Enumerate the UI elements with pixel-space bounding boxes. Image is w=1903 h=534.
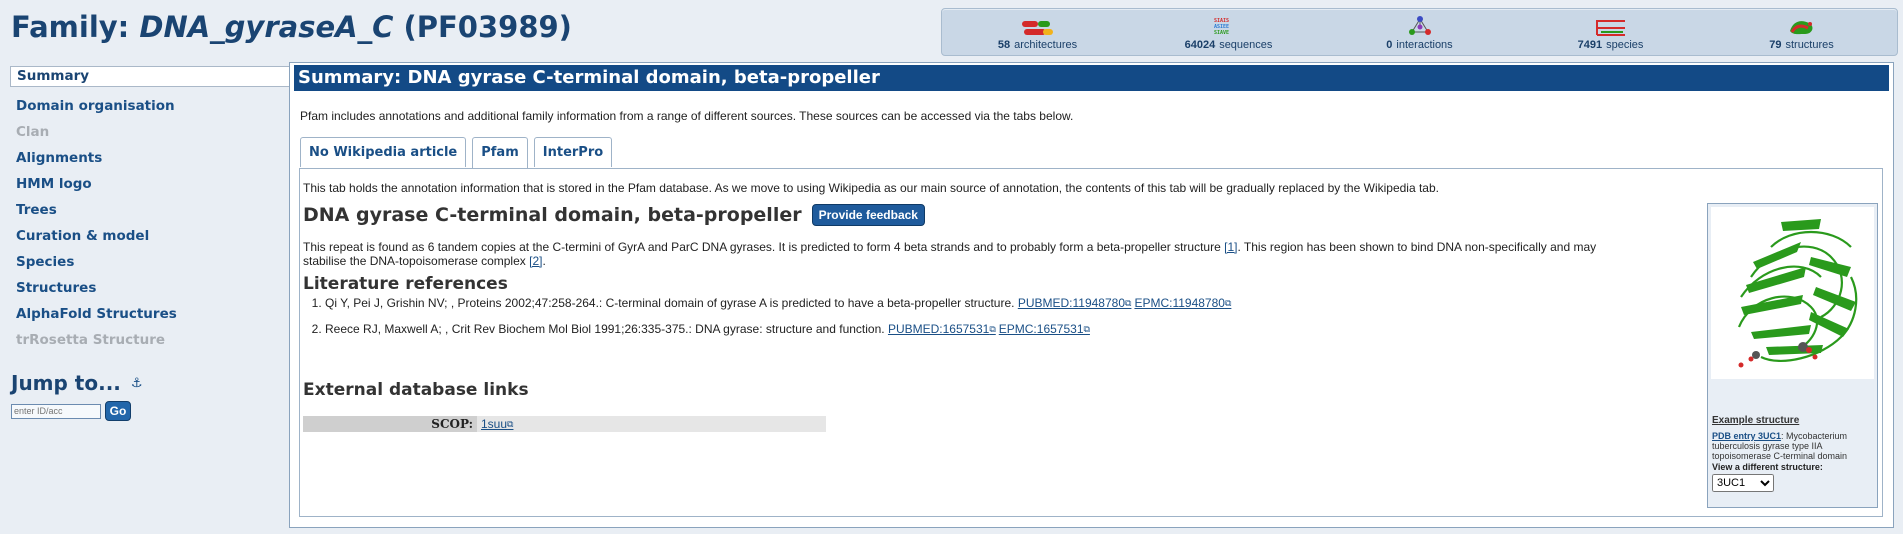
family-heading: DNA gyrase C-terminal domain, beta-prope…: [303, 204, 802, 226]
tab-note: This tab holds the annotation informatio…: [303, 181, 1439, 195]
go-button[interactable]: Go: [105, 401, 131, 421]
epmc-link-label: EPMC:1657531: [998, 322, 1084, 336]
pubmed-link[interactable]: PUBMED:1657531⧉: [888, 322, 996, 336]
stat-count: 0: [1386, 39, 1393, 51]
family-description: This repeat is found as 6 tandem copies …: [303, 240, 1638, 268]
example-structure-caption: PDB entry 3UC1: Mycobacterium tuberculos…: [1712, 431, 1872, 461]
tab-wikipedia[interactable]: No Wikipedia article: [300, 137, 467, 167]
external-db-table: SCOP: 1suu⧉: [303, 416, 826, 432]
family-name: DNA_gyraseA_C: [139, 10, 394, 44]
epmc-link-label: EPMC:11948780: [1134, 296, 1225, 310]
stat-count: 79: [1769, 39, 1782, 51]
reference-text: Qi Y, Pei J, Grishin NV; , Proteins 2002…: [325, 296, 1018, 310]
stat-label: architectures: [1014, 39, 1078, 51]
sidebar-item-alignments[interactable]: Alignments: [10, 145, 290, 171]
pubmed-link-label: PUBMED:1657531: [887, 322, 990, 336]
external-link-icon: ⧉: [1125, 298, 1132, 308]
sidebar-item-clan: Clan: [16, 124, 50, 140]
architectures-icon: [963, 15, 1113, 37]
tab-pfam[interactable]: Pfam: [472, 137, 528, 169]
structure-image[interactable]: [1711, 207, 1874, 379]
stat-label: species: [1606, 39, 1644, 51]
scop-label: SCOP:: [303, 416, 477, 432]
reference-list: Qi Y, Pei J, Grishin NV; , Proteins 2002…: [303, 296, 1435, 348]
page-title: Family: DNA_gyraseA_C (PF03989): [11, 10, 572, 44]
description-text: .: [542, 254, 546, 268]
pfam-tab-panel: This tab holds the annotation informatio…: [299, 168, 1883, 517]
stat-label: sequences: [1219, 39, 1273, 51]
external-db-heading: External database links: [303, 380, 529, 400]
reference-text: Reece RJ, Maxwell A; , Crit Rev Biochem …: [325, 322, 888, 336]
family-heading-row: DNA gyrase C-terminal domain, beta-prope…: [303, 204, 925, 226]
pdb-entry-link[interactable]: PDB entry 3UC1: [1712, 431, 1781, 441]
external-link-icon: ⧉: [989, 324, 996, 334]
pubmed-link[interactable]: PUBMED:11948780⧉: [1018, 296, 1132, 310]
tab-interpro[interactable]: InterPro: [533, 137, 613, 167]
scop-value: 1suu⧉: [477, 416, 513, 432]
title-prefix: Family:: [11, 10, 140, 44]
citation-link-1[interactable]: [1]: [1224, 240, 1237, 254]
literature-heading: Literature references: [303, 274, 508, 294]
citation-link-2[interactable]: [2]: [529, 254, 542, 268]
jump-to-input[interactable]: [11, 403, 101, 419]
example-structure-title: Example structure: [1712, 415, 1800, 426]
stat-label: structures: [1785, 39, 1834, 51]
sidebar-item-structures[interactable]: Structures: [10, 275, 290, 301]
sidebar-item-domain-organisation[interactable]: Domain organisation: [10, 93, 290, 119]
summary-title: Summary: DNA gyrase C-terminal domain, b…: [294, 65, 1889, 91]
external-link-icon: ⧉: [1224, 298, 1232, 308]
family-accession: (PF03989): [393, 10, 572, 44]
jump-to-label: Jump to...: [11, 371, 121, 395]
external-link-icon: ⧉: [507, 419, 514, 429]
view-different-label: View a different structure:: [1712, 462, 1823, 472]
external-link-icon: ⧉: [1083, 324, 1090, 334]
stat-architectures[interactable]: 58 architectures: [963, 15, 1113, 55]
list-item: Qi Y, Pei J, Grishin NV; , Proteins 2002…: [325, 296, 1435, 310]
sidebar: Summary Domain organisation Clan Alignme…: [10, 66, 290, 421]
stat-count: 7491: [1577, 39, 1603, 51]
stats-bar: 58 architectures SIAIS ASIEE SIAVE 64024 seq…: [941, 8, 1898, 56]
svg-text:SIAVE: SIAVE: [1214, 30, 1229, 36]
stat-structures[interactable]: 79 structures: [1727, 15, 1877, 55]
main-panel: Summary: DNA gyrase C-terminal domain, b…: [289, 62, 1894, 528]
jump-to-heading: Jump to... ⚓: [10, 371, 290, 395]
help-icon[interactable]: ⚓: [131, 376, 143, 391]
sidebar-item-alphafold-structures[interactable]: AlphaFold Structures: [10, 301, 290, 327]
sidebar-item-species[interactable]: Species: [10, 249, 290, 275]
stat-count: 58: [997, 39, 1011, 51]
sidebar-item-hmm-logo[interactable]: HMM logo: [10, 171, 290, 197]
example-structure-box: Example structure PDB entry 3UC1: Mycoba…: [1707, 203, 1878, 508]
epmc-link[interactable]: EPMC:11948780⧉: [1134, 296, 1231, 310]
stat-sequences[interactable]: SIAIS ASIEE SIAVE 64024 sequences: [1154, 15, 1304, 55]
description-text: This repeat is found as 6 tandem copies …: [303, 240, 1225, 254]
stat-interactions[interactable]: 0 interactions: [1345, 15, 1495, 55]
list-item: Reece RJ, Maxwell A; , Crit Rev Biochem …: [325, 322, 1435, 336]
epmc-link[interactable]: EPMC:1657531⧉: [999, 322, 1090, 336]
stat-count: 64024: [1184, 39, 1216, 51]
provide-feedback-button[interactable]: Provide feedback: [811, 204, 925, 226]
structures-icon: [1727, 15, 1877, 37]
sequences-icon: SIAIS ASIEE SIAVE: [1154, 15, 1304, 37]
sidebar-item-trrosetta-structure: trRosetta Structure: [16, 332, 166, 348]
stat-label: interactions: [1396, 39, 1453, 51]
sidebar-item-trees[interactable]: Trees: [10, 197, 290, 223]
structure-select[interactable]: 3UC1: [1712, 474, 1774, 492]
intro-text: Pfam includes annotations and additional…: [300, 109, 1074, 123]
stat-species[interactable]: 7491 species: [1536, 15, 1686, 55]
scop-link-label: 1suu: [481, 417, 508, 431]
scop-link[interactable]: 1suu⧉: [481, 417, 513, 431]
pubmed-link-label: PUBMED:11948780: [1017, 296, 1125, 310]
tab-bar: No Wikipedia article Pfam InterPro: [300, 137, 618, 169]
jump-to-form: Go: [10, 401, 290, 421]
sidebar-item-summary[interactable]: Summary: [10, 66, 290, 87]
sidebar-item-curation-model[interactable]: Curation & model: [10, 223, 290, 249]
interactions-icon: [1345, 15, 1495, 37]
species-icon: [1536, 15, 1686, 37]
